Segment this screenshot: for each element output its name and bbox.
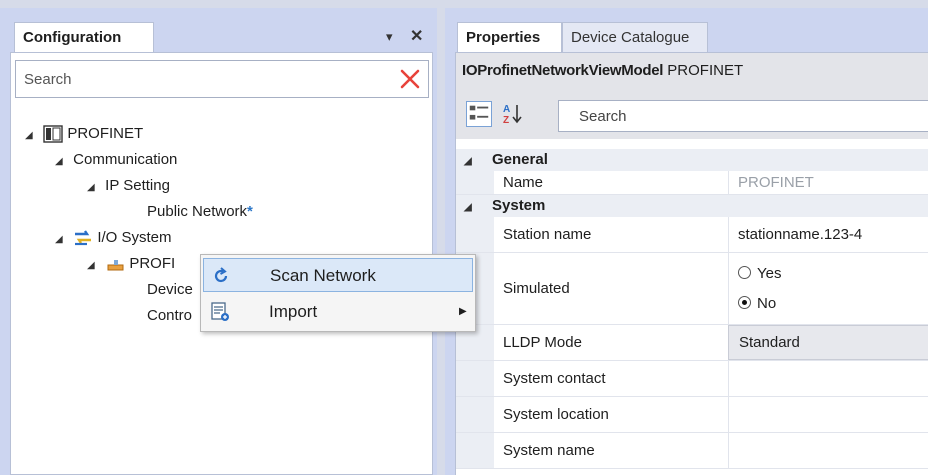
controller-icon	[107, 260, 124, 271]
context-menu: Scan Network Import ▶	[200, 254, 476, 332]
tree-node-communication[interactable]: ◢ Communication	[55, 149, 177, 171]
property-simulated-label: Simulated	[503, 280, 570, 297]
property-row-system-contact[interactable]: System contact	[456, 361, 928, 397]
properties-body: IOProfinetNetworkViewModel PROFINET A Z	[455, 52, 928, 475]
tab-configuration[interactable]: Configuration	[14, 22, 154, 52]
categorized-view-icon[interactable]	[466, 101, 492, 127]
pin-icon[interactable]: ▾	[386, 29, 393, 45]
submenu-arrow-icon: ▶	[459, 306, 467, 317]
modified-marker: *	[247, 203, 253, 220]
tree-node-ip-setting[interactable]: ◢ IP Setting	[87, 175, 170, 197]
category-system[interactable]: ◢ System	[456, 195, 928, 217]
category-system-label: System	[492, 197, 546, 214]
panel-splitter[interactable]	[437, 8, 445, 475]
collapse-icon[interactable]: ◢	[464, 197, 492, 219]
configuration-panel: Configuration ▾ ✕ ◢ PROFINET ◢ Communica…	[0, 8, 437, 475]
property-row-name[interactable]: Name PROFINET	[456, 171, 928, 195]
tab-properties[interactable]: Properties	[457, 22, 562, 52]
property-search-input[interactable]	[559, 101, 919, 131]
property-row-system-location[interactable]: System location	[456, 397, 928, 433]
property-station-value[interactable]: stationname.123-4	[738, 226, 862, 243]
tree-label-control: Contro	[147, 307, 193, 324]
io-system-icon	[75, 230, 92, 246]
category-general[interactable]: ◢ General	[456, 149, 928, 171]
category-general-label: General	[492, 151, 548, 168]
tree-label-ip-setting: IP Setting	[105, 177, 170, 194]
property-name-value: PROFINET	[738, 174, 814, 191]
tab-device-catalogue[interactable]: Device Catalogue	[562, 22, 708, 52]
alphabetical-sort-icon[interactable]: A Z	[500, 101, 526, 127]
property-row-station-name[interactable]: Station name stationname.123-4	[456, 217, 928, 253]
tree-node-profinet[interactable]: ◢ PROFINET	[25, 123, 143, 145]
object-name-label: PROFINET	[667, 62, 744, 79]
property-sysname-label: System name	[503, 442, 595, 459]
object-type-label: IOProfinetNetworkViewModel	[462, 62, 664, 79]
configuration-search	[15, 60, 429, 98]
tree-node-profinet-io[interactable]: ◢ PROFI	[87, 253, 175, 275]
tree-node-io-system[interactable]: ◢ I/O System	[55, 227, 172, 249]
lldp-mode-dropdown[interactable]: Standard	[728, 325, 928, 360]
property-row-simulated: Simulated Yes No	[456, 253, 928, 325]
property-location-label: System location	[503, 406, 609, 423]
tree-label-communication: Communication	[73, 151, 178, 168]
configuration-search-input[interactable]	[16, 61, 386, 97]
expand-icon[interactable]: ◢	[55, 151, 69, 173]
menu-label-import: Import	[269, 302, 318, 321]
tree-node-public-network[interactable]: Public Network*	[147, 201, 253, 223]
tree-label-device: Device	[147, 281, 193, 298]
tree-label-public-network: Public Network	[147, 203, 248, 220]
menu-label-scan-network: Scan Network	[270, 266, 376, 285]
svg-text:Z: Z	[503, 115, 509, 126]
close-icon[interactable]: ✕	[410, 26, 423, 46]
tree-node-control[interactable]: Contro	[147, 305, 192, 327]
radio-simulated-no[interactable]: No	[738, 295, 776, 312]
clear-search-icon[interactable]	[398, 67, 422, 91]
tree-label-io-system: I/O System	[97, 229, 172, 246]
import-icon	[211, 302, 229, 321]
property-name-label: Name	[503, 174, 544, 191]
property-station-label: Station name	[503, 226, 592, 243]
selected-object-header: IOProfinetNetworkViewModel PROFINET	[456, 53, 928, 91]
refresh-icon	[214, 267, 228, 283]
radio-selected-icon	[738, 296, 751, 309]
expand-icon[interactable]: ◢	[87, 177, 101, 199]
property-row-system-name[interactable]: System name	[456, 433, 928, 469]
properties-toolbar: A Z	[456, 91, 928, 139]
radio-simulated-yes[interactable]: Yes	[738, 265, 781, 282]
property-contact-label: System contact	[503, 370, 606, 387]
tree-label-profinet-io: PROFI	[129, 255, 176, 272]
expand-icon[interactable]: ◢	[87, 255, 101, 277]
properties-panel: Properties Device Catalogue IOProfinetNe…	[445, 8, 928, 475]
collapse-icon[interactable]: ◢	[464, 151, 492, 173]
radio-circle-icon	[738, 266, 751, 279]
property-search	[558, 100, 928, 132]
tree-label-profinet: PROFINET	[67, 125, 144, 142]
property-lldp-label: LLDP Mode	[503, 334, 582, 351]
expand-icon[interactable]: ◢	[25, 125, 39, 147]
network-icon	[43, 125, 63, 143]
property-row-lldp-mode[interactable]: LLDP Mode Standard	[456, 325, 928, 361]
expand-icon[interactable]: ◢	[55, 229, 69, 251]
menu-item-scan-network[interactable]: Scan Network	[203, 258, 473, 292]
tree-node-device[interactable]: Device	[147, 279, 193, 301]
menu-item-import[interactable]: Import ▶	[203, 295, 473, 329]
svg-text:A: A	[503, 104, 510, 115]
